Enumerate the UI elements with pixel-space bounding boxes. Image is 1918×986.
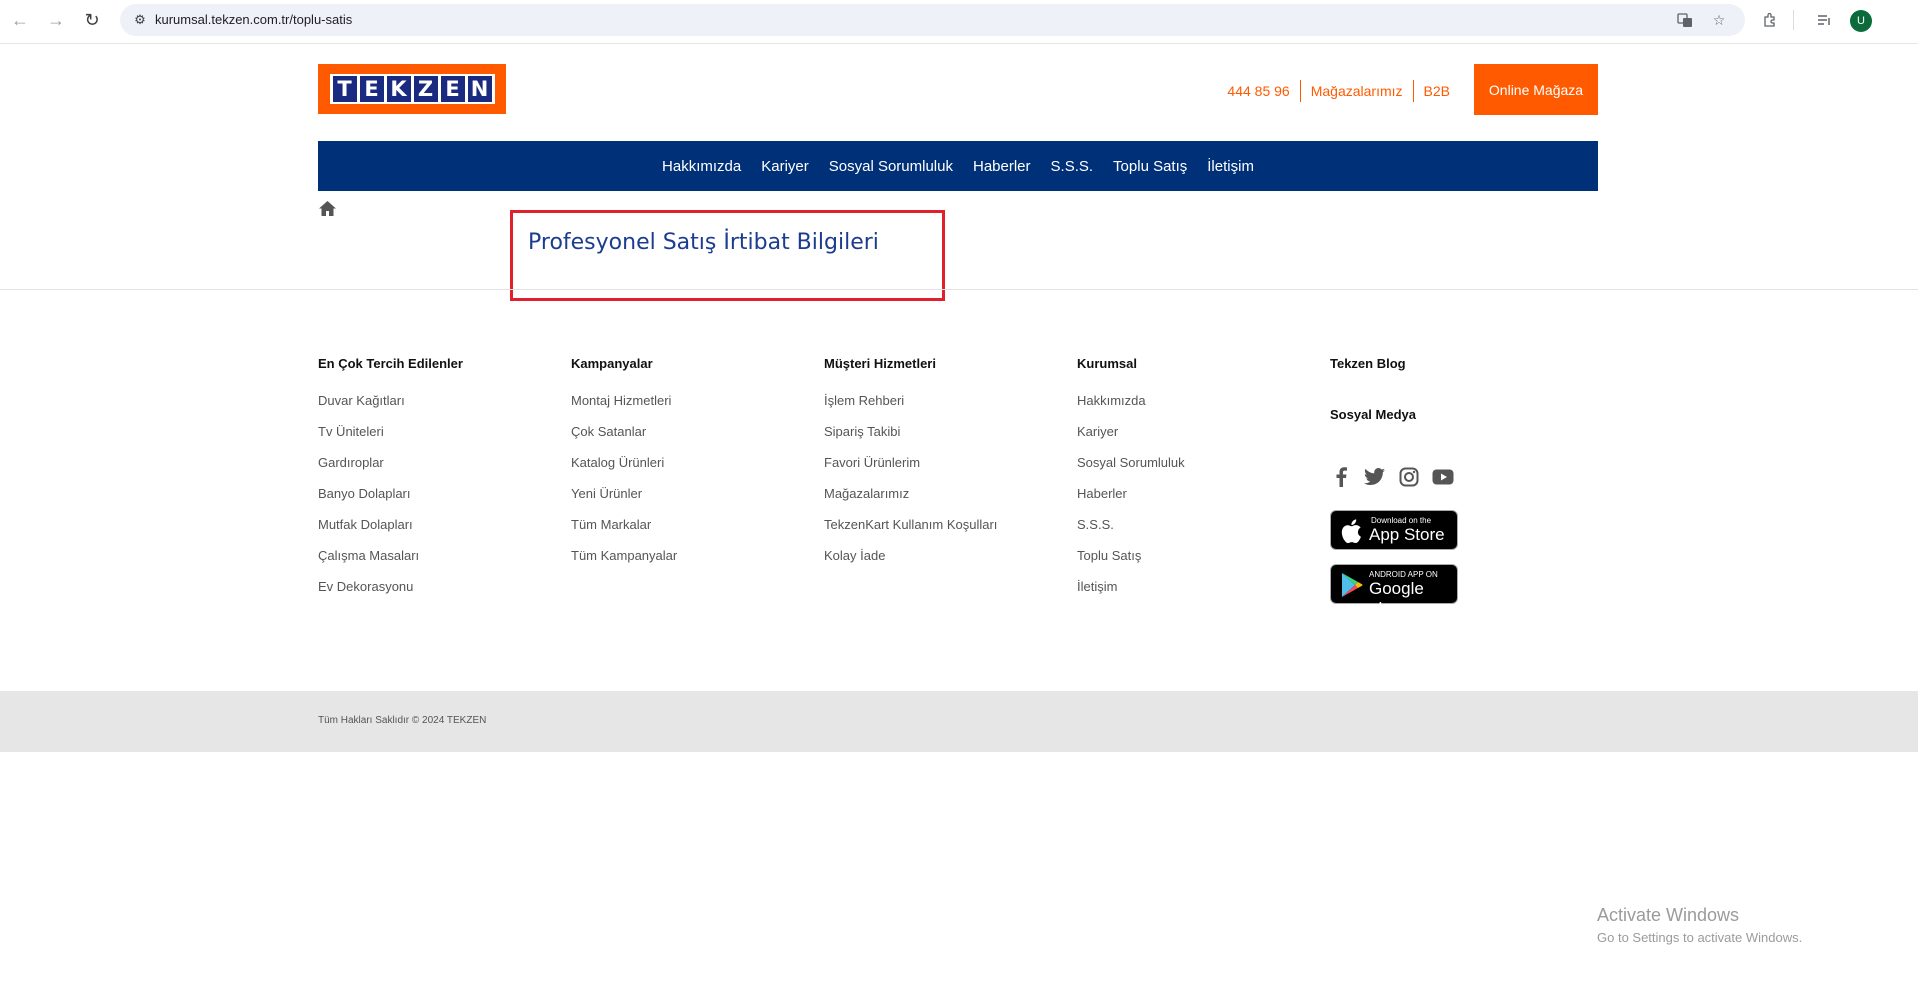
footer-column-campaigns: Kampanyalar Montaj Hizmetleri Çok Satanl… (571, 356, 677, 571)
back-icon[interactable]: ← (8, 8, 32, 32)
footer-link[interactable]: Ev Dekorasyonu (318, 571, 463, 602)
nav-item-iletisim[interactable]: İletişim (1207, 158, 1254, 175)
footer-column-title: En Çok Tercih Edilenler (318, 356, 463, 371)
facebook-icon[interactable] (1330, 466, 1352, 488)
tekzen-logo[interactable]: T E K Z E N (318, 64, 506, 114)
nav-item-kariyer[interactable]: Kariyer (761, 158, 809, 175)
footer-column-title: Kurumsal (1077, 356, 1137, 371)
stores-link[interactable]: Mağazalarımız (1301, 83, 1413, 99)
bookmark-star-icon[interactable]: ☆ (1710, 11, 1728, 29)
logo-letters: T E K Z E N (329, 74, 495, 104)
footer-link[interactable]: Tüm Markalar (571, 509, 677, 540)
footer-link[interactable]: Sipariş Takibi (824, 416, 997, 447)
logo-letter: N (467, 76, 492, 102)
footer-link[interactable]: Mağazalarımız (824, 478, 997, 509)
footer-link[interactable]: Yeni Ürünler (571, 478, 677, 509)
address-bar[interactable]: ⚙ kurumsal.tekzen.com.tr/toplu-satis ☆ (120, 4, 1745, 36)
google-play-small-text: ANDROID APP ON (1369, 570, 1438, 579)
b2b-link[interactable]: B2B (1414, 83, 1460, 99)
nav-item-sosyal-sorumluluk[interactable]: Sosyal Sorumluluk (829, 158, 953, 175)
footer-link[interactable]: İşlem Rehberi (824, 385, 997, 416)
home-icon[interactable] (318, 200, 337, 217)
page-title: Profesyonel Satış İrtibat Bilgileri (528, 230, 879, 255)
forward-icon[interactable]: → (44, 8, 68, 32)
footer-column-corporate: Kurumsal Hakkımızda Kariyer Sosyal Sorum… (1077, 356, 1185, 602)
site-settings-icon[interactable]: ⚙ (132, 12, 148, 28)
logo-letter: K (386, 76, 411, 102)
url-text[interactable]: kurumsal.tekzen.com.tr/toplu-satis (155, 12, 352, 27)
instagram-icon[interactable] (1398, 466, 1420, 488)
footer-link[interactable]: Montaj Hizmetleri (571, 385, 677, 416)
footer-link[interactable]: Kariyer (1077, 416, 1185, 447)
footer-column-title: Müşteri Hizmetleri (824, 356, 936, 371)
footer-link[interactable]: Çok Satanlar (571, 416, 677, 447)
section-divider (0, 289, 1918, 290)
google-play-icon (1342, 573, 1363, 597)
nav-item-hakkimizda[interactable]: Hakkımızda (662, 158, 741, 175)
twitter-icon[interactable] (1364, 466, 1386, 488)
watermark-line-2: Go to Settings to activate Windows. (1597, 930, 1803, 945)
copyright-text: Tüm Hakları Saklıdır © 2024 TEKZEN (318, 715, 487, 726)
footer-link[interactable]: Tv Üniteleri (318, 416, 463, 447)
logo-letter: Z (413, 76, 438, 102)
blog-title[interactable]: Tekzen Blog (1330, 356, 1416, 376)
footer-link[interactable]: Hakkımızda (1077, 385, 1185, 416)
browser-toolbar: ← → ↻ ⚙ kurumsal.tekzen.com.tr/toplu-sat… (0, 0, 1918, 44)
watermark-line-1: Activate Windows (1597, 905, 1740, 925)
footer-link[interactable]: Favori Ürünlerim (824, 447, 997, 478)
highlight-box (510, 210, 945, 301)
footer-column-blog: Tekzen Blog Sosyal Medya (1330, 356, 1416, 427)
footer-link[interactable]: İletişim (1077, 571, 1185, 602)
footer-column-title: Kampanyalar (571, 356, 653, 371)
reload-icon[interactable]: ↻ (80, 8, 104, 32)
footer-link[interactable]: Haberler (1077, 478, 1185, 509)
footer-link[interactable]: Banyo Dolapları (318, 478, 463, 509)
online-store-button[interactable]: Online Mağaza (1474, 64, 1598, 115)
copyright-bar: Tüm Hakları Saklıdır © 2024 TEKZEN (0, 691, 1918, 752)
app-store-button[interactable]: Download on the App Store (1330, 510, 1458, 550)
footer-link[interactable]: Mutfak Dolapları (318, 509, 463, 540)
main-navigation: Hakkımızda Kariyer Sosyal Sorumluluk Hab… (318, 141, 1598, 191)
windows-activation-watermark: Activate Windows Go to Settings to activ… (1597, 905, 1802, 945)
footer-link[interactable]: Çalışma Masaları (318, 540, 463, 571)
footer-link[interactable]: Gardıroplar (318, 447, 463, 478)
footer-link[interactable]: TekzenKart Kullanım Koşulları (824, 509, 997, 540)
footer-link[interactable]: Sosyal Sorumluluk (1077, 447, 1185, 478)
footer-column-customer-service: Müşteri Hizmetleri İşlem Rehberi Sipariş… (824, 356, 997, 571)
footer-column-most-preferred: En Çok Tercih Edilenler Duvar Kağıtları … (318, 356, 463, 602)
nav-item-sss[interactable]: S.S.S. (1051, 158, 1094, 175)
reading-list-icon[interactable] (1814, 10, 1834, 30)
footer-link[interactable]: S.S.S. (1077, 509, 1185, 540)
toolbar-divider (1793, 10, 1794, 30)
social-media-title: Sosyal Medya (1330, 407, 1416, 422)
google-play-button[interactable]: ANDROID APP ON Google play (1330, 564, 1458, 618)
logo-letter: T (332, 76, 357, 102)
nav-item-toplu-satis[interactable]: Toplu Satış (1113, 158, 1187, 175)
nav-item-haberler[interactable]: Haberler (973, 158, 1031, 175)
google-play-big-text: Google play (1369, 579, 1424, 618)
header-links: 444 85 96 Mağazalarımız B2B (1217, 80, 1460, 102)
social-icons (1330, 466, 1454, 488)
extensions-icon[interactable] (1760, 10, 1780, 30)
profile-avatar[interactable]: U (1850, 10, 1872, 32)
footer-link[interactable]: Tüm Kampanyalar (571, 540, 677, 571)
logo-letter: E (440, 76, 465, 102)
phone-link[interactable]: 444 85 96 (1217, 83, 1299, 99)
footer-link[interactable]: Kolay İade (824, 540, 997, 571)
app-store-small-text: Download on the (1371, 516, 1432, 525)
logo-letter: E (359, 76, 384, 102)
youtube-icon[interactable] (1432, 466, 1454, 488)
app-store-big-text: App Store (1369, 525, 1445, 544)
apple-icon (1341, 519, 1361, 544)
translate-icon[interactable] (1676, 11, 1694, 29)
footer-link[interactable]: Katalog Ürünleri (571, 447, 677, 478)
footer-link[interactable]: Toplu Satış (1077, 540, 1185, 571)
footer-link[interactable]: Duvar Kağıtları (318, 385, 463, 416)
